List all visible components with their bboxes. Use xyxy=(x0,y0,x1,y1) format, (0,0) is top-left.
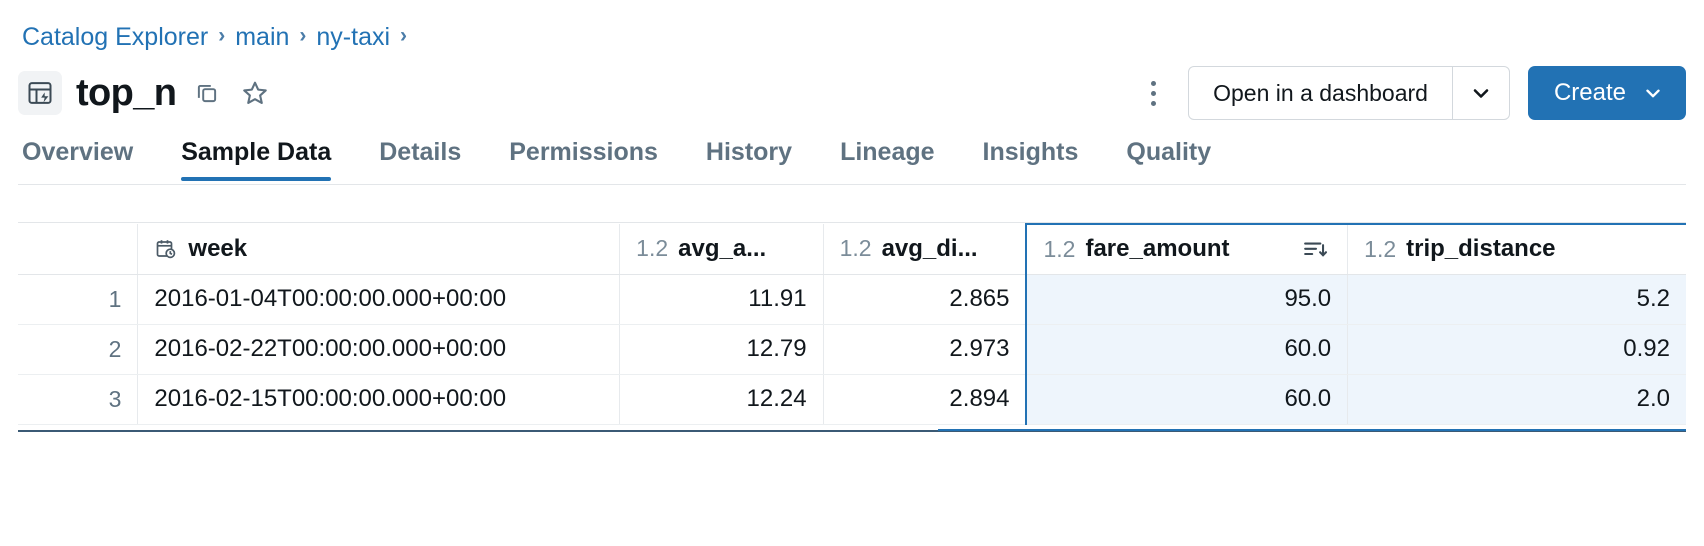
breadcrumb-separator-icon: › xyxy=(299,24,307,47)
cell-fare-amount: 60.0 xyxy=(1025,324,1349,375)
column-header-label: week xyxy=(188,234,248,262)
selection-bottom-border xyxy=(938,429,1686,431)
tab-overview[interactable]: Overview xyxy=(18,136,157,181)
cell-avg-a: 12.79 xyxy=(619,324,824,375)
breadcrumb: Catalog Explorer › main › ny-taxi › xyxy=(22,22,407,52)
column-header-label: avg_a... xyxy=(678,234,767,262)
cell-trip-distance: 2.0 xyxy=(1347,374,1686,425)
number-type-icon: 1.2 xyxy=(1364,235,1397,262)
breadcrumb-item-ny-taxi[interactable]: ny-taxi xyxy=(316,22,390,52)
breadcrumb-item-main[interactable]: main xyxy=(235,22,289,52)
row-index: 2 xyxy=(18,324,139,375)
create-button-label: Create xyxy=(1553,79,1626,106)
tab-quality[interactable]: Quality xyxy=(1102,136,1235,181)
column-header-avg-a[interactable]: 1.2 avg_a... xyxy=(619,224,824,275)
star-icon[interactable] xyxy=(238,76,272,110)
open-in-dashboard-split-button: Open in a dashboard xyxy=(1188,66,1510,120)
row-index-header xyxy=(18,224,139,275)
breadcrumb-item-catalog-explorer[interactable]: Catalog Explorer xyxy=(22,22,208,52)
column-header-label: fare_amount xyxy=(1085,235,1230,263)
cell-fare-amount: 95.0 xyxy=(1025,274,1349,325)
cell-avg-di: 2.973 xyxy=(823,324,1027,375)
cell-trip-distance: 0.92 xyxy=(1347,324,1686,375)
breadcrumb-separator-icon: › xyxy=(218,24,226,47)
table-header-row: week 1.2 avg_a... 1.2 avg_di... 1.2 fare… xyxy=(18,223,1686,275)
number-type-icon: 1.2 xyxy=(1043,235,1076,262)
column-header-avg-di[interactable]: 1.2 avg_di... xyxy=(823,224,1027,275)
catalog-explorer-page: Catalog Explorer › main › ny-taxi › top_… xyxy=(0,0,1704,546)
chevron-down-icon[interactable] xyxy=(1451,67,1509,119)
cell-week: 2016-02-15T00:00:00.000+00:00 xyxy=(137,374,621,425)
table-row[interactable]: 2 2016-02-22T00:00:00.000+00:00 12.79 2.… xyxy=(18,324,1686,375)
tab-lineage[interactable]: Lineage xyxy=(816,136,958,181)
column-header-week[interactable]: week xyxy=(137,224,621,275)
tab-permissions[interactable]: Permissions xyxy=(485,136,682,181)
materialized-view-icon xyxy=(18,71,62,115)
number-type-icon: 1.2 xyxy=(839,235,872,262)
tab-insights[interactable]: Insights xyxy=(959,136,1103,181)
create-button[interactable]: Create xyxy=(1527,66,1686,120)
column-header-label: trip_distance xyxy=(1406,235,1556,263)
timestamp-icon xyxy=(154,237,178,261)
tab-bar: Overview Sample Data Details Permissions… xyxy=(18,136,1686,185)
cell-trip-distance: 5.2 xyxy=(1347,274,1686,325)
sort-descending-icon[interactable] xyxy=(1301,236,1331,262)
sample-data-grid: week 1.2 avg_a... 1.2 avg_di... 1.2 fare… xyxy=(18,222,1686,425)
title-row: top_n Open in a dashboard Create xyxy=(18,62,1686,124)
page-title: top_n xyxy=(76,72,177,114)
table-row[interactable]: 3 2016-02-15T00:00:00.000+00:00 12.24 2.… xyxy=(18,374,1686,425)
column-header-fare-amount[interactable]: 1.2 fare_amount xyxy=(1025,223,1349,275)
chevron-down-icon xyxy=(1642,82,1664,104)
row-index: 1 xyxy=(18,274,139,325)
cell-week: 2016-01-04T00:00:00.000+00:00 xyxy=(137,274,621,325)
tab-sample-data[interactable]: Sample Data xyxy=(157,136,355,181)
more-vertical-icon[interactable] xyxy=(1136,72,1170,114)
title-left-group: top_n xyxy=(18,71,272,115)
column-header-trip-distance[interactable]: 1.2 trip_distance xyxy=(1347,223,1686,275)
cell-fare-amount: 60.0 xyxy=(1025,374,1349,425)
table-row[interactable]: 1 2016-01-04T00:00:00.000+00:00 11.91 2.… xyxy=(18,274,1686,325)
cell-avg-a: 12.24 xyxy=(619,374,824,425)
row-index: 3 xyxy=(18,374,139,425)
column-header-label: avg_di... xyxy=(881,234,978,262)
title-actions: Open in a dashboard Create xyxy=(1136,66,1686,120)
breadcrumb-separator-icon: › xyxy=(400,24,408,47)
tab-details[interactable]: Details xyxy=(355,136,485,181)
copy-icon[interactable] xyxy=(190,76,224,110)
open-in-dashboard-button[interactable]: Open in a dashboard xyxy=(1189,67,1452,119)
cell-avg-di: 2.865 xyxy=(823,274,1027,325)
tab-history[interactable]: History xyxy=(682,136,816,181)
cell-avg-di: 2.894 xyxy=(823,374,1027,425)
cell-week: 2016-02-22T00:00:00.000+00:00 xyxy=(137,324,621,375)
number-type-icon: 1.2 xyxy=(636,235,669,262)
cell-avg-a: 11.91 xyxy=(619,274,824,325)
